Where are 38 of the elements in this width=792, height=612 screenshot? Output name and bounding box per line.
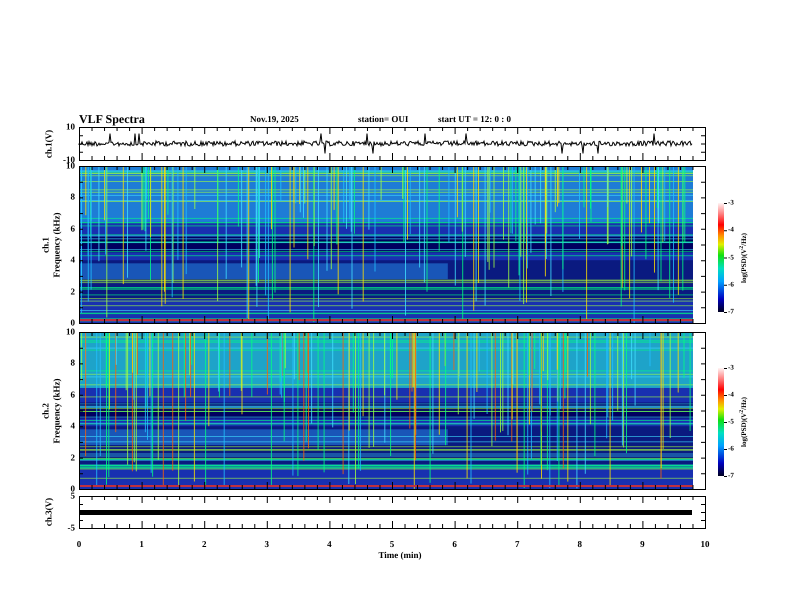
- axis-tick-label: 8: [70, 358, 75, 368]
- axis-tick-label: 2: [202, 540, 206, 549]
- axis-tick-label: 2: [70, 453, 75, 462]
- axis-tick-label: 4: [327, 540, 332, 549]
- axis-title: ch.2: [42, 402, 50, 418]
- axis-title: ch.1(V): [44, 129, 54, 158]
- axis-title: Frequency (kHz): [52, 378, 62, 444]
- axis-tick-label: 10: [700, 540, 710, 549]
- date-label: Nov.19, 2025: [250, 115, 299, 124]
- axis-tick-label: -5: [68, 524, 75, 532]
- axis-tick-label: 0: [70, 318, 75, 328]
- axis-tick-label: 0: [76, 540, 82, 549]
- axis-tick-label: 9: [640, 540, 645, 549]
- axis-tick-label: 6: [70, 390, 75, 400]
- chart-title: VLF Spectra: [79, 113, 145, 125]
- axis-tick-label: 3: [264, 540, 270, 549]
- axis-title: ch.3(V): [44, 498, 54, 526]
- axis-tick-label: 5: [70, 492, 75, 500]
- start-time-label: start UT = 12: 0 : 0: [438, 115, 511, 124]
- axis-tick-label: 10: [66, 162, 75, 170]
- axis-tick-label: 4: [70, 256, 75, 265]
- axis-tick-label: 6: [452, 540, 457, 549]
- station-label: station= OUI: [358, 115, 408, 124]
- axis-title: ch.1: [42, 236, 50, 252]
- axis-tick-label: 2: [70, 287, 75, 296]
- axis-tick-label: -10: [63, 156, 75, 164]
- axis-title: Time (min): [378, 551, 422, 560]
- axis-tick-label: 1: [139, 540, 144, 549]
- axis-tick-label: 8: [70, 192, 75, 202]
- axis-tick-label: 4: [70, 422, 75, 431]
- axis-tick-label: 10: [66, 328, 75, 336]
- axis-tick-label: 7: [514, 540, 520, 549]
- axis-tick-label: 5: [390, 540, 394, 549]
- axis-title: Frequency (kHz): [52, 212, 62, 278]
- axis-tick-label: 8: [578, 540, 582, 549]
- axis-tick-label: 6: [70, 224, 75, 234]
- axis-tick-label: 10: [66, 122, 75, 132]
- axis-tick-label: 0: [70, 484, 75, 494]
